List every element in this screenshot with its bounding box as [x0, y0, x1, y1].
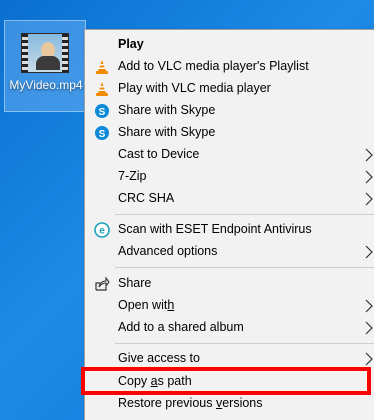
chevron-right-icon	[365, 148, 373, 162]
menu-item-share[interactable]: Share	[85, 273, 374, 295]
menu-item-label: Open with	[118, 298, 174, 312]
menu-separator	[115, 267, 374, 268]
skype-icon: S	[95, 104, 109, 118]
desktop-file-icon[interactable]: MyVideo.mp4	[4, 20, 86, 112]
chevron-right-icon	[365, 299, 373, 313]
chevron-right-icon	[365, 245, 373, 259]
menu-item-cast-to-device[interactable]: Cast to Device	[85, 144, 374, 166]
highlight-box	[81, 367, 371, 395]
menu-item-label: Share with Skype	[118, 103, 216, 117]
skype-icon: S	[95, 126, 109, 140]
svg-text:e: e	[99, 226, 105, 237]
menu-item-label: Give access to	[118, 351, 200, 365]
chevron-right-icon	[365, 352, 373, 366]
menu-item-label: Advanced options	[118, 244, 218, 258]
menu-item-label: Add to a shared album	[118, 320, 244, 334]
menu-item-7-zip[interactable]: 7-Zip	[85, 166, 374, 188]
film-strip-left	[22, 34, 28, 72]
menu-item-label: Play with VLC media player	[118, 81, 271, 95]
menu-item-add-to-vlc-playlist[interactable]: Add to VLC media player's Playlist	[85, 56, 374, 78]
menu-item-label: Share	[118, 276, 152, 290]
menu-item-play-with-vlc[interactable]: Play with VLC media player	[85, 78, 374, 100]
menu-item-scan-with-eset[interactable]: e Scan with ESET Endpoint Antivirus	[85, 219, 374, 241]
menu-item-label: Share with Skype	[118, 125, 216, 139]
menu-item-label: Restore previous versions	[118, 396, 263, 410]
svg-text:S: S	[99, 129, 106, 140]
label-part: Restore previous	[118, 396, 216, 410]
menu-item-label: Cast to Device	[118, 147, 200, 161]
menu-separator	[115, 214, 374, 215]
menu-item-label: CRC SHA	[118, 191, 175, 205]
menu-item-restore-previous-versions[interactable]: Restore previous versions	[85, 393, 374, 415]
menu-item-play[interactable]: Play	[85, 34, 374, 56]
video-thumbnail	[21, 33, 69, 73]
menu-item-label: Add to VLC media player's Playlist	[118, 59, 309, 73]
context-menu: Play Add to VLC media player's Playlist …	[84, 29, 374, 420]
menu-item-share-with-skype[interactable]: S Share with Skype	[85, 100, 374, 122]
menu-item-add-to-shared-album[interactable]: Add to a shared album	[85, 317, 374, 339]
chevron-right-icon	[365, 170, 373, 184]
menu-item-crc-sha[interactable]: CRC SHA	[85, 188, 374, 210]
menu-item-label: Play	[118, 37, 144, 51]
menu-item-label: Scan with ESET Endpoint Antivirus	[118, 222, 312, 236]
menu-item-advanced-options[interactable]: Advanced options	[85, 241, 374, 263]
eset-icon: e	[94, 222, 110, 238]
label-part: Open wit	[118, 298, 168, 312]
thumbnail-scene	[28, 34, 62, 72]
menu-item-open-with[interactable]: Open with	[85, 295, 374, 317]
vlc-cone-icon	[96, 60, 108, 74]
menu-item-share-with-skype-2[interactable]: S Share with Skype	[85, 122, 374, 144]
svg-text:S: S	[99, 107, 106, 118]
vlc-cone-icon	[96, 82, 108, 96]
share-icon	[95, 276, 110, 291]
label-accelerator: h	[167, 298, 175, 312]
menu-item-label: 7-Zip	[118, 169, 147, 183]
thumbnail-body	[36, 56, 60, 70]
chevron-right-icon	[365, 192, 373, 206]
chevron-right-icon	[365, 321, 373, 335]
desktop-icon-label: MyVideo.mp4	[9, 78, 83, 92]
film-strip-right	[62, 34, 68, 72]
menu-separator	[115, 343, 374, 344]
label-part: ersions	[222, 396, 263, 410]
